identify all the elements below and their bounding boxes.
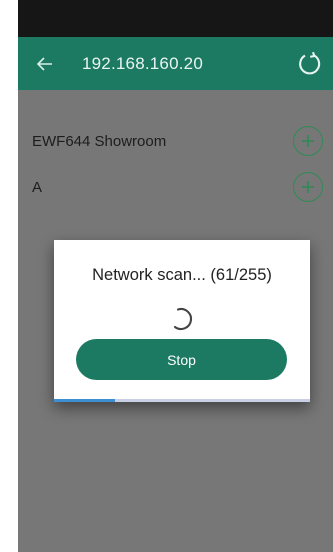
page-title: 192.168.160.20 [82, 53, 203, 73]
refresh-icon [299, 51, 321, 75]
scan-progress-dialog: Network scan... (61/255) Stop [54, 240, 310, 402]
list-item[interactable]: EWF644 Showroom [18, 121, 333, 161]
scan-progress-fill [54, 399, 116, 402]
refresh-button[interactable] [293, 47, 327, 81]
device-name: A [32, 178, 43, 196]
list-item[interactable]: A [18, 167, 333, 207]
phone-screen: 192.168.160.20 EWF644 Showroom A Network… [0, 0, 333, 552]
plus-circle-icon [302, 181, 314, 193]
dialog-title: Network scan... (61/255) [92, 266, 272, 284]
scan-progress-bar [54, 399, 310, 402]
device-name: EWF644 Showroom [32, 132, 167, 150]
stop-button[interactable]: Stop [76, 339, 287, 380]
status-bar [18, 0, 333, 37]
plus-circle-icon [302, 135, 314, 147]
add-device-button[interactable] [293, 172, 323, 202]
back-button[interactable] [26, 44, 64, 84]
arrow-left-icon [37, 56, 52, 71]
add-device-button[interactable] [293, 126, 323, 156]
loading-spinner-icon [173, 307, 193, 331]
app-bar: 192.168.160.20 [18, 37, 333, 90]
